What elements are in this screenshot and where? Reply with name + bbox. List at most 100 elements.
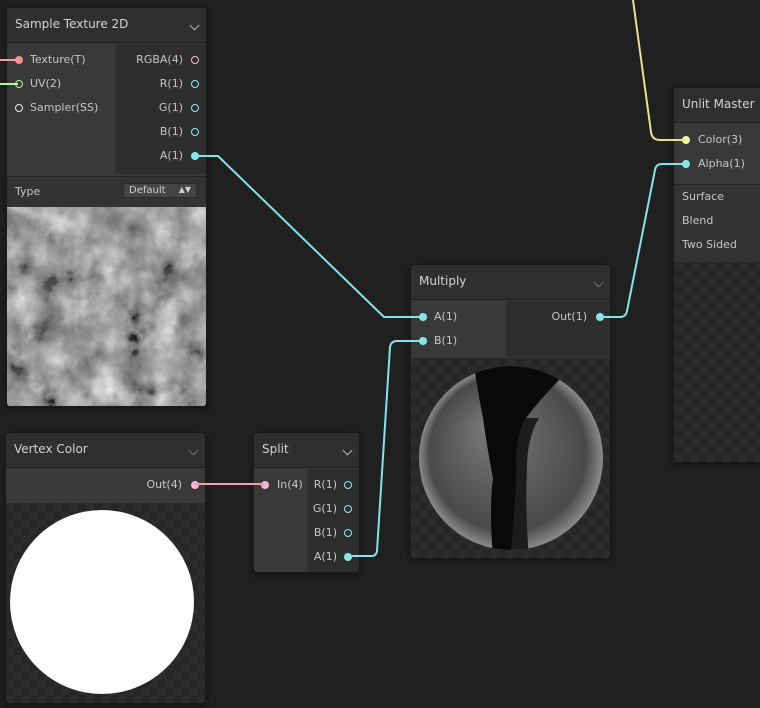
port-connector-icon[interactable] [261,481,269,489]
port-connector-icon[interactable] [344,481,352,489]
output-ports: Out(4) [6,469,205,503]
chevron-down-icon[interactable] [188,445,199,456]
port-connector-icon[interactable] [419,313,427,321]
port-label: Alpha(1) [698,157,745,170]
vertex-color-node[interactable]: Vertex Color Out(4) [5,432,206,704]
port-label: A(1) [159,149,183,162]
node-header[interactable]: Multiply [411,265,610,300]
port-b-output[interactable]: B(1) [115,121,206,145]
input-ports: In(4) [254,469,307,572]
port-label: RGBA(4) [136,53,183,66]
port-r-output[interactable]: R(1) [307,474,359,498]
port-connector-icon[interactable] [191,152,199,160]
setting-label: Two Sided [682,238,737,251]
port-label: G(1) [312,502,337,515]
type-label: Type [15,185,41,198]
input-ports: A(1) B(1) [411,301,506,357]
node-header[interactable]: Sample Texture 2D [7,8,206,43]
port-connector-icon[interactable] [15,56,23,64]
port-label: Sampler(SS) [30,101,99,114]
node-header[interactable]: Unlit Master [674,88,760,123]
port-label: In(4) [277,478,303,491]
node-title: Vertex Color [14,442,88,456]
port-label: A(1) [434,310,458,323]
port-label: Out(1) [551,310,587,323]
node-title: Sample Texture 2D [15,17,129,31]
setting-surface[interactable]: Surface [674,185,760,209]
output-ports: R(1) G(1) B(1) A(1) [307,469,359,572]
port-g-output[interactable]: G(1) [115,97,206,121]
port-in-input[interactable]: In(4) [254,474,307,498]
port-g-output[interactable]: G(1) [307,498,359,522]
node-header[interactable]: Vertex Color [6,433,205,468]
unlit-master-node[interactable]: Unlit Master Color(3) Alpha(1) Surface B… [673,87,760,463]
port-label: Texture(T) [30,53,86,66]
noise-texture-image [7,207,206,406]
port-connector-icon[interactable] [191,56,199,64]
sphere-preview [419,366,603,550]
multiply-node[interactable]: Multiply A(1) B(1) Out(1) [410,264,611,559]
port-label: R(1) [313,478,337,491]
node-title: Split [262,442,289,456]
port-a-output[interactable]: A(1) [115,145,206,169]
port-connector-icon[interactable] [191,104,199,112]
port-texture-input[interactable]: Texture(T) [7,49,115,73]
port-alpha-input[interactable]: Alpha(1) [674,153,760,177]
port-label: B(1) [434,334,458,347]
port-label: A(1) [313,550,337,563]
output-ports: RGBA(4) R(1) G(1) B(1) A(1) [115,44,206,174]
chevron-down-icon[interactable] [342,445,353,456]
master-settings: Surface Blend Two Sided [674,184,760,262]
port-connector-icon[interactable] [191,481,199,489]
chevron-down-icon[interactable] [593,277,604,288]
port-connector-icon[interactable] [191,80,199,88]
sample-texture-2d-node[interactable]: Sample Texture 2D Texture(T) UV(2) Sampl… [6,7,207,407]
port-connector-icon[interactable] [344,553,352,561]
port-label: B(1) [313,526,337,539]
setting-two-sided[interactable]: Two Sided [674,233,760,257]
port-a-input[interactable]: A(1) [411,306,506,330]
wire-texture-a-to-multiply-a [194,155,423,318]
port-connector-icon[interactable] [596,313,604,321]
type-dropdown-value: Default [129,185,166,196]
sphere-preview [10,510,194,694]
master-preview [674,262,760,462]
setting-blend[interactable]: Blend [674,209,760,233]
port-sampler-input[interactable]: Sampler(SS) [7,97,115,121]
output-ports: Out(1) [506,301,610,357]
port-out-output[interactable]: Out(1) [506,306,610,330]
input-ports: Color(3) Alpha(1) [674,124,760,182]
port-connector-icon[interactable] [682,136,690,144]
wire-multiply-out-to-alpha [598,163,685,318]
vertex-color-preview [6,503,205,703]
port-connector-icon[interactable] [191,128,199,136]
port-connector-icon[interactable] [419,337,427,345]
port-a-output[interactable]: A(1) [307,546,359,570]
port-uv-input[interactable]: UV(2) [7,73,115,97]
port-connector-icon[interactable] [15,104,23,112]
port-label: UV(2) [30,77,62,90]
split-node[interactable]: Split In(4) R(1) G(1) B(1) A(1) [253,432,360,573]
node-header[interactable]: Split [254,433,359,468]
port-label: R(1) [159,77,183,90]
port-b-output[interactable]: B(1) [307,522,359,546]
port-label: Color(3) [698,133,743,146]
texture-preview [7,207,206,406]
port-r-output[interactable]: R(1) [115,73,206,97]
port-connector-icon[interactable] [344,505,352,513]
multiply-preview [411,358,610,558]
port-connector-icon[interactable] [682,160,690,168]
chevron-down-icon[interactable] [189,20,200,31]
port-color-input[interactable]: Color(3) [674,129,760,153]
input-ports: Texture(T) UV(2) Sampler(SS) [7,44,115,174]
setting-label: Surface [682,190,724,203]
node-title: Unlit Master [682,97,755,111]
port-connector-icon[interactable] [15,80,23,88]
port-out-output[interactable]: Out(4) [6,474,205,498]
port-connector-icon[interactable] [344,529,352,537]
type-dropdown[interactable]: Default ▲▼ [123,183,197,198]
setting-label: Blend [682,214,714,227]
port-b-input[interactable]: B(1) [411,330,506,354]
port-rgba-output[interactable]: RGBA(4) [115,49,206,73]
type-property-row: Type Default ▲▼ [7,176,206,207]
